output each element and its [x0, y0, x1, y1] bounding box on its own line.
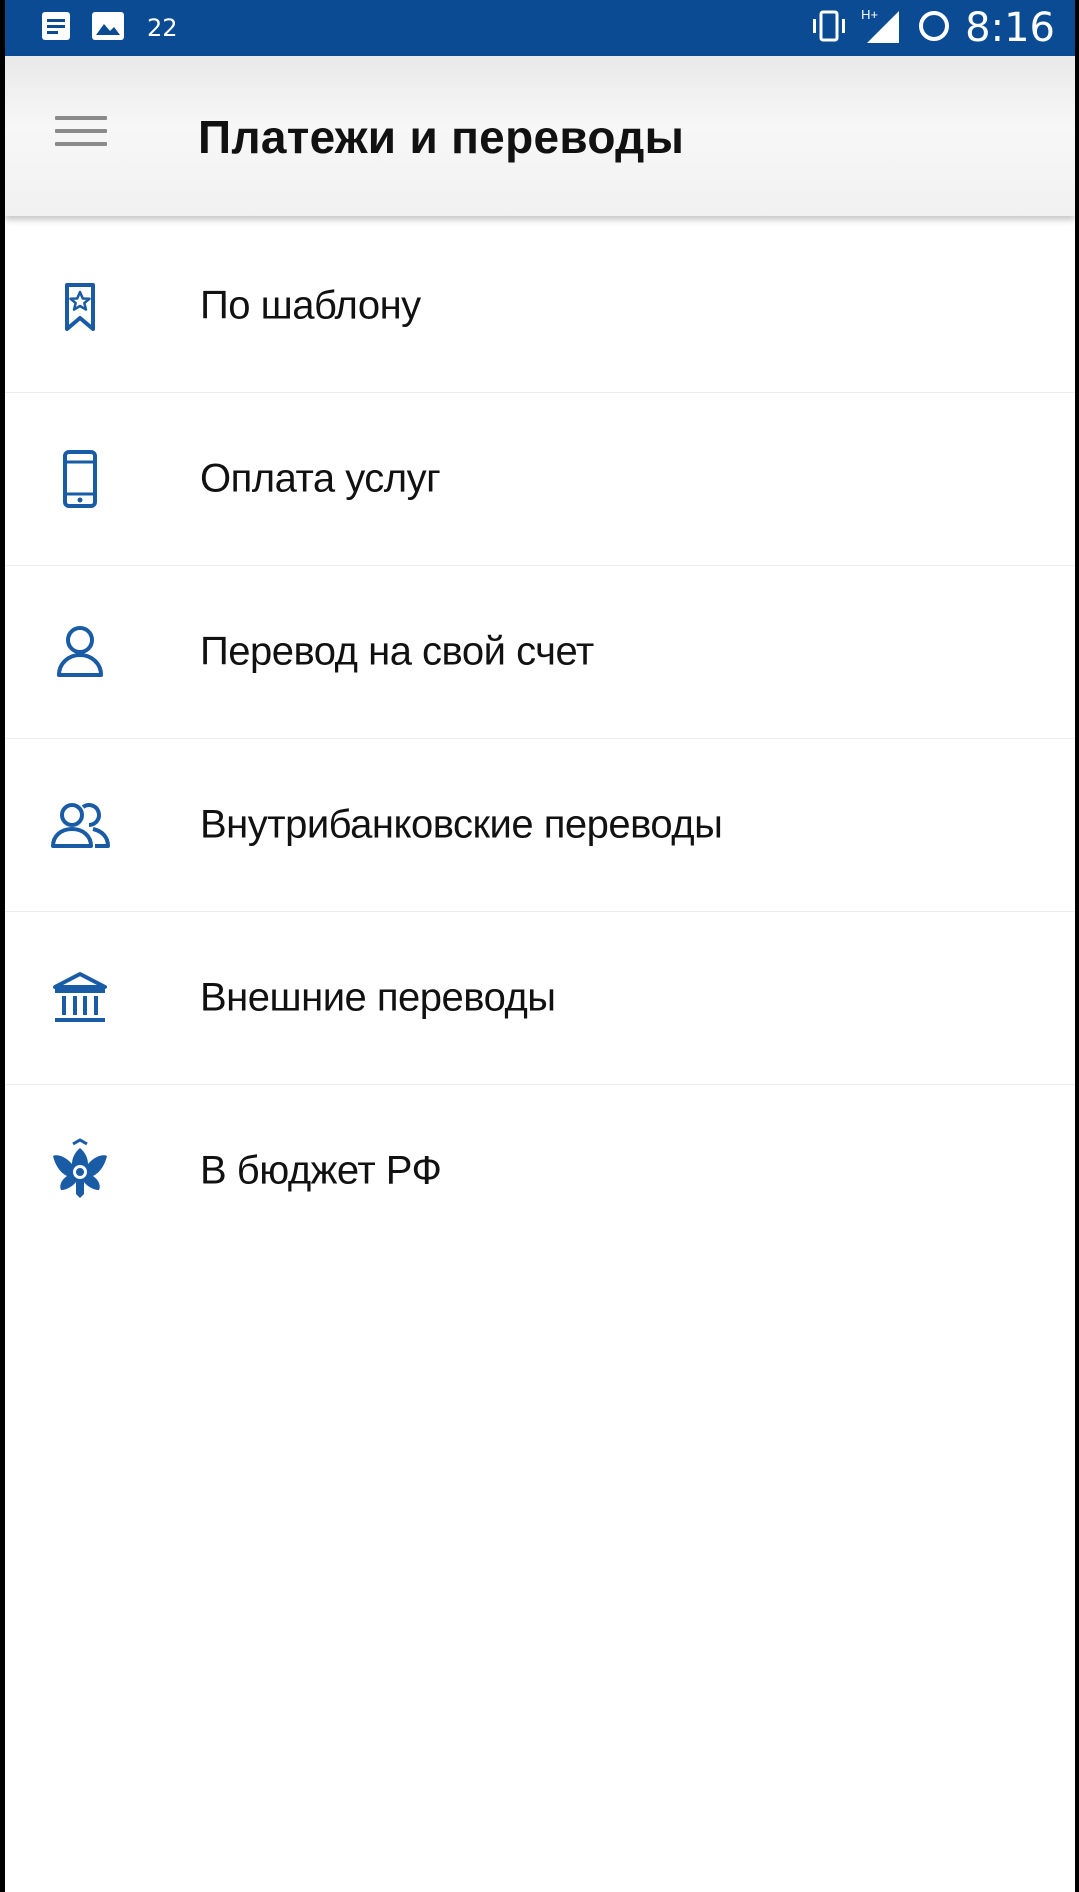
- vibrate-icon: [809, 9, 849, 48]
- menu-item-services-payment[interactable]: Оплата услуг: [5, 393, 1075, 566]
- menu-item-label: Внешние переводы: [200, 975, 556, 1020]
- status-bar: 22 H+ 8:16: [5, 0, 1075, 56]
- status-bar-left: 22: [41, 8, 178, 48]
- screen: 22 H+ 8:16 Платежи и переводы По шаблону…: [5, 0, 1075, 1892]
- temperature-text: 22: [147, 14, 178, 42]
- menu-item-by-template[interactable]: По шаблону: [5, 220, 1075, 393]
- menu-item-label: По шаблону: [200, 283, 421, 328]
- menu-item-label: В бюджет РФ: [200, 1148, 442, 1193]
- smartphone-icon: [45, 444, 115, 514]
- notes-icon: [41, 11, 71, 46]
- users-icon: [45, 790, 115, 860]
- image-icon: [91, 11, 125, 46]
- menu-item-label: Перевод на свой счет: [200, 629, 594, 674]
- network-type-text: H+: [861, 6, 879, 22]
- status-bar-right: H+ 8:16: [809, 4, 1055, 52]
- signal-icon: H+: [861, 7, 901, 50]
- menu-item-label: Внутрибанковские переводы: [200, 802, 723, 847]
- menu-item-budget-rf[interactable]: В бюджет РФ: [5, 1085, 1075, 1257]
- app-bar: Платежи и переводы: [5, 56, 1075, 216]
- page-title: Платежи и переводы: [198, 111, 685, 163]
- coat-of-arms-icon: [45, 1136, 115, 1206]
- menu-item-external-transfers[interactable]: Внешние переводы: [5, 912, 1075, 1085]
- hamburger-icon[interactable]: [55, 116, 107, 156]
- menu-item-own-account-transfer[interactable]: Перевод на свой счет: [5, 566, 1075, 739]
- bank-icon: [45, 963, 115, 1033]
- payments-menu: По шаблону Оплата услуг Перевод на свой …: [5, 220, 1075, 1257]
- battery-ring-icon: [917, 9, 951, 48]
- bookmark-star-icon: [45, 271, 115, 341]
- menu-item-intrabank-transfers[interactable]: Внутрибанковские переводы: [5, 739, 1075, 912]
- user-icon: [45, 617, 115, 687]
- menu-item-label: Оплата услуг: [200, 456, 441, 501]
- clock-text: 8:16: [965, 5, 1055, 51]
